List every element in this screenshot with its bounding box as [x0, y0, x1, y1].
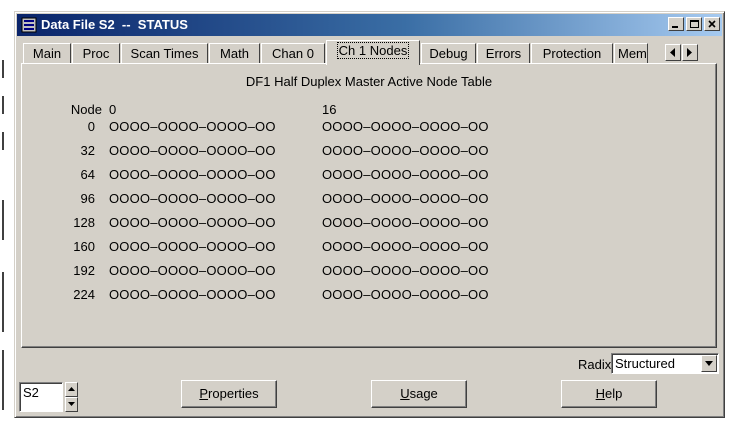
arrow-down-icon — [68, 402, 75, 406]
minimize-button[interactable] — [668, 17, 684, 31]
arrow-up-icon — [68, 387, 75, 391]
node-bits-high[interactable]: OOOO–OOOO–OOOO–OO — [322, 143, 489, 158]
close-button[interactable] — [704, 17, 720, 31]
tab-scan-times[interactable]: Scan Times — [121, 43, 208, 64]
file-number-value: S2 — [23, 385, 39, 400]
node-row-label: 128 — [73, 215, 95, 230]
maximize-button[interactable] — [686, 17, 702, 31]
node-bits-low[interactable]: OOOO–OOOO–OOOO–OO — [109, 143, 276, 158]
node-row-label: 32 — [80, 143, 95, 158]
arrow-left-icon — [670, 48, 675, 57]
minimize-icon — [672, 26, 678, 28]
background-window-edge — [2, 60, 4, 78]
tab-ch-1-nodes[interactable]: Ch 1 Nodes — [326, 40, 420, 65]
node-row-label: 192 — [73, 263, 95, 278]
node-bits-high[interactable]: OOOO–OOOO–OOOO–OO — [322, 119, 489, 134]
table-row: 0 OOOO–OOOO–OOOO–OO OOOO–OOOO–OOOO–OO — [22, 119, 716, 136]
node-bits-low[interactable]: OOOO–OOOO–OOOO–OO — [109, 239, 276, 254]
tab-scroll-right-button[interactable] — [682, 44, 698, 61]
node-column-label: Node — [70, 102, 102, 117]
tab-mem[interactable]: Mem — [614, 43, 648, 64]
node-bits-low[interactable]: OOOO–OOOO–OOOO–OO — [109, 215, 276, 230]
background-window-edge — [2, 350, 4, 410]
tab-chan-0[interactable]: Chan 0 — [261, 43, 325, 64]
table-row: 64 OOOO–OOOO–OOOO–OO OOOO–OOOO–OOOO–OO — [22, 167, 716, 184]
maximize-icon — [690, 20, 699, 28]
tab-math[interactable]: Math — [209, 43, 260, 64]
node-row-label: 224 — [73, 287, 95, 302]
tab-strip: Main Proc Scan Times Math Chan 0 Ch 1 No… — [21, 40, 717, 65]
background-window-edge — [2, 132, 4, 150]
bit-offset-0: 0 — [109, 102, 117, 117]
background-window-edge — [2, 200, 4, 240]
close-icon — [708, 20, 716, 28]
tab-errors[interactable]: Errors — [477, 43, 530, 64]
caption-buttons — [666, 17, 720, 31]
node-bits-high[interactable]: OOOO–OOOO–OOOO–OO — [322, 215, 489, 230]
node-bits-low[interactable]: OOOO–OOOO–OOOO–OO — [109, 167, 276, 182]
node-table-title: DF1 Half Duplex Master Active Node Table — [245, 74, 493, 89]
table-row: 32 OOOO–OOOO–OOOO–OO OOOO–OOOO–OOOO–OO — [22, 143, 716, 160]
node-bits-high[interactable]: OOOO–OOOO–OOOO–OO — [322, 167, 489, 182]
radix-dropdown-button[interactable] — [701, 355, 717, 372]
file-spin-down-button[interactable] — [65, 397, 78, 412]
table-row: 128 OOOO–OOOO–OOOO–OO OOOO–OOOO–OOOO–OO — [22, 215, 716, 232]
tab-main[interactable]: Main — [23, 43, 71, 64]
usage-button[interactable]: Usage — [371, 380, 467, 408]
radix-label: Radix: — [578, 357, 615, 372]
node-row-label: 96 — [80, 191, 95, 206]
chevron-down-icon — [705, 361, 713, 366]
file-spin-up-button[interactable] — [65, 382, 78, 397]
arrow-right-icon — [687, 48, 692, 57]
bit-offset-16: 16 — [322, 102, 337, 117]
node-table-header: Node 0 16 — [22, 102, 716, 119]
data-file-icon — [21, 17, 37, 33]
window-title: Data File S2 -- STATUS — [41, 17, 188, 32]
node-bits-low[interactable]: OOOO–OOOO–OOOO–OO — [109, 191, 276, 206]
tab-protection[interactable]: Protection — [531, 43, 613, 64]
file-number-input[interactable]: S2 — [19, 382, 63, 412]
node-bits-high[interactable]: OOOO–OOOO–OOOO–OO — [322, 191, 489, 206]
node-bits-low[interactable]: OOOO–OOOO–OOOO–OO — [109, 287, 276, 302]
node-row-label: 160 — [73, 239, 95, 254]
node-row-label: 64 — [80, 167, 95, 182]
tab-scroll-left-button[interactable] — [665, 44, 681, 61]
status-data-file-window: Data File S2 -- STATUS Main Proc Scan Ti… — [14, 11, 725, 418]
node-bits-low[interactable]: OOOO–OOOO–OOOO–OO — [109, 119, 276, 134]
radix-select[interactable]: Structured — [611, 353, 719, 374]
node-bits-high[interactable]: OOOO–OOOO–OOOO–OO — [322, 239, 489, 254]
help-button[interactable]: Help — [561, 380, 657, 408]
tab-proc[interactable]: Proc — [72, 43, 120, 64]
node-row-label: 0 — [87, 119, 95, 134]
tab-debug[interactable]: Debug — [421, 43, 476, 64]
table-row: 224 OOOO–OOOO–OOOO–OO OOOO–OOOO–OOOO–OO — [22, 287, 716, 304]
properties-button[interactable]: Properties — [181, 380, 277, 408]
background-window-edge — [2, 96, 4, 114]
node-table-panel: DF1 Half Duplex Master Active Node Table… — [21, 63, 717, 348]
node-bits-high[interactable]: OOOO–OOOO–OOOO–OO — [322, 287, 489, 302]
title-bar[interactable]: Data File S2 -- STATUS — [17, 14, 722, 36]
table-row: 160 OOOO–OOOO–OOOO–OO OOOO–OOOO–OOOO–OO — [22, 239, 716, 256]
node-bits-high[interactable]: OOOO–OOOO–OOOO–OO — [322, 263, 489, 278]
table-row: 192 OOOO–OOOO–OOOO–OO OOOO–OOOO–OOOO–OO — [22, 263, 716, 280]
radix-value: Structured — [615, 356, 675, 371]
background-window-edge — [2, 272, 4, 332]
node-bits-low[interactable]: OOOO–OOOO–OOOO–OO — [109, 263, 276, 278]
table-row: 96 OOOO–OOOO–OOOO–OO OOOO–OOOO–OOOO–OO — [22, 191, 716, 208]
